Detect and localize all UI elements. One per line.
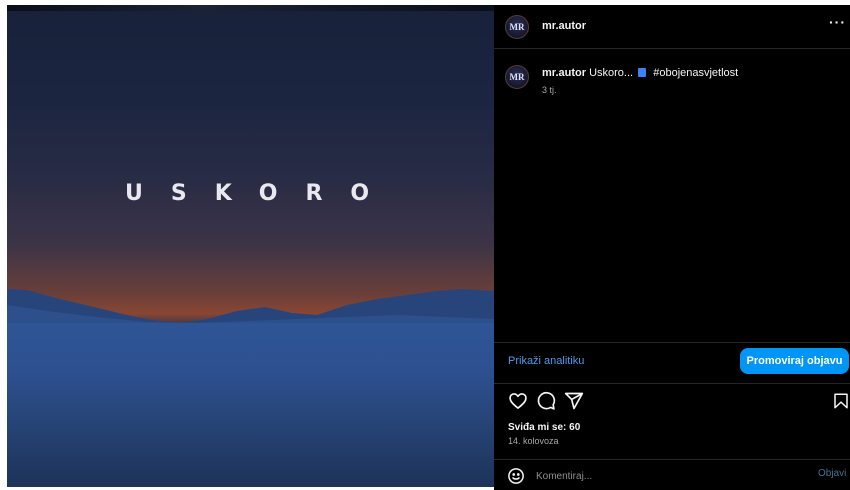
post-side-panel: MR mr.autor ··· MR mr.autor Uskoro... #o… [494,5,850,490]
image-title-text: USKORO [125,181,398,206]
header-username[interactable]: mr.autor [542,20,586,32]
caption-avatar[interactable]: MR [505,65,529,89]
caption-username[interactable]: mr.autor [542,67,586,79]
caption-age: 3 tj. [542,85,557,95]
heart-icon[interactable] [508,391,528,411]
interaction-icons [506,391,848,413]
water [7,323,494,487]
caption-body: Uskoro... [589,67,634,79]
comment-icon[interactable] [536,391,556,411]
caption-text: mr.autor Uskoro... #obojenasvjetlost [542,67,738,79]
more-horizontal-icon[interactable]: ··· [829,14,846,30]
blue-book-icon [638,68,647,77]
bookmark-icon[interactable] [832,391,850,411]
likes-count[interactable]: Sviđa mi se: 60 [508,422,580,433]
comment-input[interactable] [536,468,796,484]
caption-hashtag[interactable]: #obojenasvjetlost [653,67,738,79]
post-actions-bar: Prikaži analitiku Promoviraj objavu [494,342,850,384]
post-comment-button[interactable]: Objavi [818,468,846,479]
avatar[interactable]: MR [505,15,529,39]
image-top-strip [7,5,494,11]
post-image: USKORO [7,5,494,487]
share-icon[interactable] [564,391,584,411]
post-header: MR mr.autor ··· [494,5,850,49]
promote-post-button[interactable]: Promoviraj objavu [740,348,849,374]
post-date: 14. kolovoza [508,436,559,446]
emoji-icon[interactable] [507,467,525,485]
comment-bar: Objavi [494,459,850,490]
view-analytics-link[interactable]: Prikaži analitiku [508,355,584,367]
